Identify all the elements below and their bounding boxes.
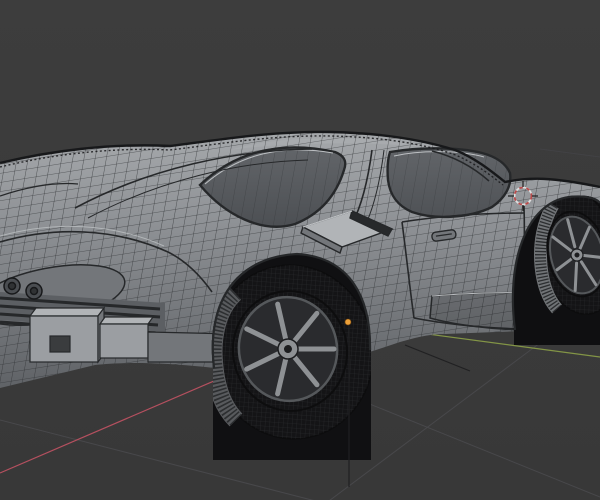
side-window xyxy=(386,147,512,219)
screenshot-root xyxy=(0,0,600,500)
3d-viewport[interactable] xyxy=(0,0,600,500)
exhaust-inset xyxy=(49,335,71,353)
origin-dot[interactable] xyxy=(344,318,352,326)
